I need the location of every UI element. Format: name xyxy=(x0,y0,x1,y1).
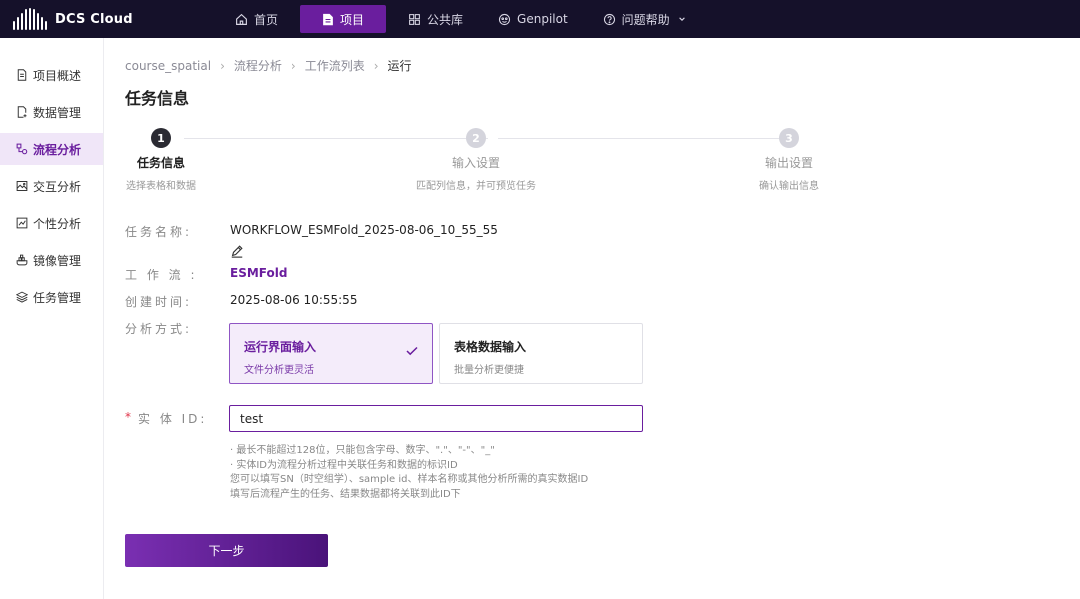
step-title: 输出设置 xyxy=(764,156,813,170)
nav-home-label: 首页 xyxy=(254,12,279,27)
step-desc: 确认输出信息 xyxy=(759,181,819,192)
nav-public-library[interactable]: 公共库 xyxy=(395,5,476,33)
container-icon xyxy=(16,254,28,266)
file-text-icon xyxy=(17,69,27,81)
step-number: 1 xyxy=(151,128,171,148)
created-time-value: 2025-08-06 10:55:55 xyxy=(230,293,358,307)
required-mark: * xyxy=(125,410,131,424)
step-title: 任务信息 xyxy=(136,156,185,170)
stepper: 1 任务信息 选择表格和数据 2 输入设置 匹配列信息，并可预览任务 3 输出设… xyxy=(104,128,1080,198)
main-nav: 首页 项目 公共库 Genpilot 问题帮助 xyxy=(222,0,708,38)
step-1: 1 任务信息 选择表格和数据 xyxy=(81,128,241,192)
nav-home[interactable]: 首页 xyxy=(222,5,291,33)
hint-line: 填写后流程产生的任务、结果数据都将关联到此ID下 xyxy=(230,488,461,500)
task-name-value: WORKFLOW_ESMFold_2025-08-06_10_55_55 xyxy=(230,223,498,237)
entity-id-hints: · 最长不能超过128位，只能包含字母、数字、"."、"-"、"_" · 实体I… xyxy=(230,444,588,502)
breadcrumb-current: 运行 xyxy=(387,59,412,73)
hint-line: 您可以填写SN（时空组学）、sample id、样本名称或其他分析所需的真实数据… xyxy=(230,474,589,485)
page-title: 任务信息 xyxy=(125,89,190,108)
breadcrumb-item[interactable]: course_spatial xyxy=(125,59,211,73)
mode-card-ui-input[interactable]: 运行界面输入 文件分析更灵活 xyxy=(229,323,433,384)
help-circle-icon xyxy=(603,13,615,25)
breadcrumb-separator-icon: › xyxy=(220,58,225,73)
mode-title: 运行界面输入 xyxy=(244,340,317,354)
sidebar-item-task-management[interactable]: 任务管理 xyxy=(0,281,103,313)
step-title: 输入设置 xyxy=(451,156,500,170)
step-number: 3 xyxy=(779,128,799,148)
sidebar-item-label: 流程分析 xyxy=(33,142,82,157)
workflow-link[interactable]: ESMFold xyxy=(230,266,287,280)
step-3: 3 输出设置 确认输出信息 xyxy=(709,128,869,192)
sidebar-item-label: 镜像管理 xyxy=(33,253,82,268)
step-number: 2 xyxy=(466,128,486,148)
breadcrumb-separator-icon: › xyxy=(373,58,379,73)
breadcrumb: course_spatial › 流程分析 › 工作流列表 › 运行 xyxy=(125,57,412,74)
sidebar: 项目概述 数据管理 流程分析 交互分析 个性分析 镜像管理 任务管理 xyxy=(0,38,104,599)
sidebar-item-personal-analysis[interactable]: 个性分析 xyxy=(0,207,103,239)
nav-public-library-label: 公共库 xyxy=(427,12,464,27)
sidebar-item-data-management[interactable]: 数据管理 xyxy=(0,96,103,128)
breadcrumb-item[interactable]: 工作流列表 xyxy=(305,57,365,74)
edit-icon[interactable] xyxy=(230,244,244,258)
nav-genpilot-label: Genpilot xyxy=(517,12,568,26)
logo-text: DCS Cloud xyxy=(55,11,133,27)
document-icon xyxy=(323,13,333,25)
logo[interactable]: DCS Cloud xyxy=(13,8,213,30)
sidebar-item-image-management[interactable]: 镜像管理 xyxy=(0,244,103,276)
sidebar-item-label: 任务管理 xyxy=(33,290,82,305)
sidebar-item-label: 个性分析 xyxy=(33,216,82,231)
mode-desc: 批量分析更便捷 xyxy=(454,365,524,376)
workflow-label: 工 作 流 : xyxy=(125,268,198,282)
mode-card-table-input[interactable]: 表格数据输入 批量分析更便捷 xyxy=(439,323,643,384)
nav-help[interactable]: 问题帮助 xyxy=(590,5,699,33)
entity-id-input[interactable] xyxy=(229,405,643,432)
entity-id-label: 实 体 ID: xyxy=(138,412,208,426)
created-time-label: 创建时间: xyxy=(125,295,193,309)
nav-project[interactable]: 项目 xyxy=(300,5,387,33)
sidebar-item-label: 项目概述 xyxy=(33,68,82,83)
main-content: course_spatial › 流程分析 › 工作流列表 › 运行 任务信息 … xyxy=(104,38,1080,599)
grid-icon xyxy=(409,13,420,25)
chevron-down-icon xyxy=(678,17,685,21)
flow-icon xyxy=(16,143,28,155)
breadcrumb-separator-icon: › xyxy=(290,58,296,73)
home-icon xyxy=(236,13,247,25)
bot-icon xyxy=(498,13,511,25)
mode-desc: 文件分析更灵活 xyxy=(244,365,314,376)
image-icon xyxy=(16,181,28,191)
logo-mark-icon xyxy=(13,8,47,30)
step-desc: 匹配列信息，并可预览任务 xyxy=(416,181,536,192)
sidebar-item-label: 交互分析 xyxy=(33,179,82,194)
task-name-label: 任务名称: xyxy=(125,225,193,239)
sidebar-item-project-overview[interactable]: 项目概述 xyxy=(0,59,103,91)
nav-genpilot[interactable]: Genpilot xyxy=(485,5,581,33)
next-step-button[interactable]: 下一步 xyxy=(125,534,328,567)
analysis-mode-label: 分析方式: xyxy=(125,322,193,336)
file-plus-icon xyxy=(17,106,27,118)
hint-line: · 最长不能超过128位，只能包含字母、数字、"."、"-"、"_" xyxy=(230,445,495,456)
top-bar: DCS Cloud 首页 项目 公共库 Genpilot 问题帮助 xyxy=(0,0,1080,38)
mode-title: 表格数据输入 xyxy=(454,340,527,354)
breadcrumb-item[interactable]: 流程分析 xyxy=(234,57,282,74)
nav-help-label: 问题帮助 xyxy=(621,12,670,27)
layers-icon xyxy=(16,291,28,303)
hint-line: · 实体ID为流程分析过程中关联任务和数据的标识ID xyxy=(230,459,458,471)
step-2: 2 输入设置 匹配列信息，并可预览任务 xyxy=(396,128,556,192)
chart-box-icon xyxy=(16,217,28,229)
nav-project-label: 项目 xyxy=(340,12,365,27)
check-icon xyxy=(406,346,418,356)
step-desc: 选择表格和数据 xyxy=(126,181,196,192)
sidebar-item-label: 数据管理 xyxy=(33,105,82,120)
